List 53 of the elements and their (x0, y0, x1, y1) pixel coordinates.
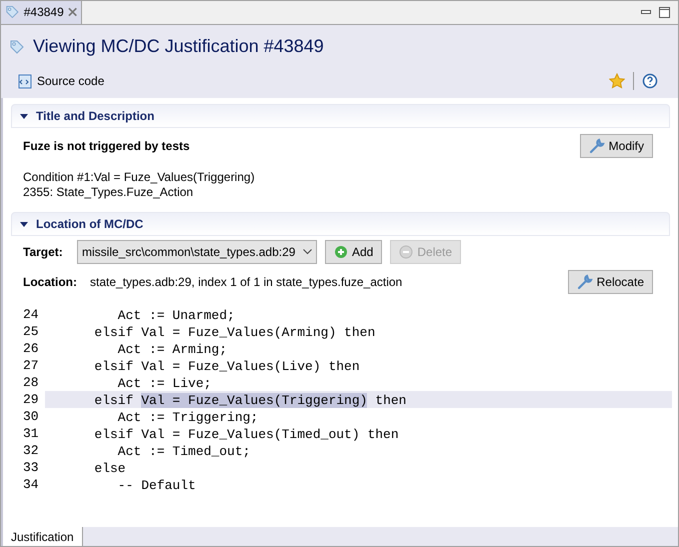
code-line: Act := Live; (116, 375, 212, 391)
location-value: state_types.adb:29, index 1 of 1 in state_types.fuze_action (90, 274, 402, 291)
minimize-icon[interactable] (641, 10, 651, 14)
target-dropdown[interactable]: missile_src\common\state_types.adb:29 (77, 240, 317, 264)
code-line: Act := Triggering; (116, 409, 260, 425)
code-line: else (93, 460, 127, 476)
add-button[interactable]: Add (325, 240, 382, 264)
bottom-tab[interactable]: Justification (3, 527, 83, 546)
source-code-button[interactable]: Source code (17, 72, 104, 90)
line-number: 29 (23, 390, 40, 409)
modify-button[interactable]: Modify (580, 134, 653, 158)
line-number: 24 (23, 306, 40, 324)
code-line: elsif Val = Fuze_Values(Live) then (93, 358, 361, 374)
description-line: 2355: State_Types.Fuze_Action (23, 185, 194, 200)
code-line: -- Default (116, 477, 197, 493)
tag-icon (5, 4, 20, 20)
code-line: elsif Val = Fuze_Values(Arming) then (93, 324, 376, 340)
chevron-down-icon (303, 249, 312, 255)
triangle-icon (20, 114, 28, 118)
triangle-icon (20, 222, 28, 226)
section-header[interactable]: Location of MC/DC (11, 212, 670, 236)
line-number: 33 (23, 458, 40, 477)
page-title: Viewing MC/DC Justification #43849 (33, 35, 324, 58)
code-line: elsif Val = Fuze_Values(Timed_out) then (93, 426, 400, 442)
star-icon[interactable] (609, 73, 625, 89)
tab-label: #43849 (24, 4, 64, 21)
line-number: 32 (23, 442, 40, 460)
relocate-button[interactable]: Relocate (568, 270, 653, 294)
tag-icon (9, 38, 25, 54)
help-icon[interactable] (642, 73, 658, 89)
section-title: Title and Description (36, 108, 154, 125)
line-number: 30 (23, 408, 40, 426)
line-number: 28 (23, 374, 40, 392)
wrench-icon (588, 138, 605, 154)
wrench-icon (576, 274, 593, 290)
code-line: Act := Unarmed; (116, 307, 236, 323)
code-line: Act := Timed_out; (116, 443, 252, 459)
section-title: Location of MC/DC (36, 216, 144, 233)
target-label: Target: (23, 244, 64, 261)
line-number: 27 (23, 356, 40, 375)
line-number: 31 (23, 424, 40, 443)
code-file-icon (17, 73, 33, 89)
close-icon[interactable] (68, 7, 77, 17)
line-number: 34 (23, 476, 40, 494)
description-line: Condition #1:Val = Fuze_Values(Triggering) (23, 170, 256, 185)
line-number: 25 (23, 322, 40, 341)
maximize-icon[interactable] (659, 6, 670, 18)
line-number: 26 (23, 340, 40, 358)
code-line: Act := Arming; (116, 341, 228, 357)
description-heading: Fuze is not triggered by tests (23, 138, 190, 155)
section-header[interactable]: Title and Description (11, 104, 670, 128)
editor-tab[interactable]: #43849 (1, 1, 82, 24)
location-label: Location: (23, 274, 78, 291)
